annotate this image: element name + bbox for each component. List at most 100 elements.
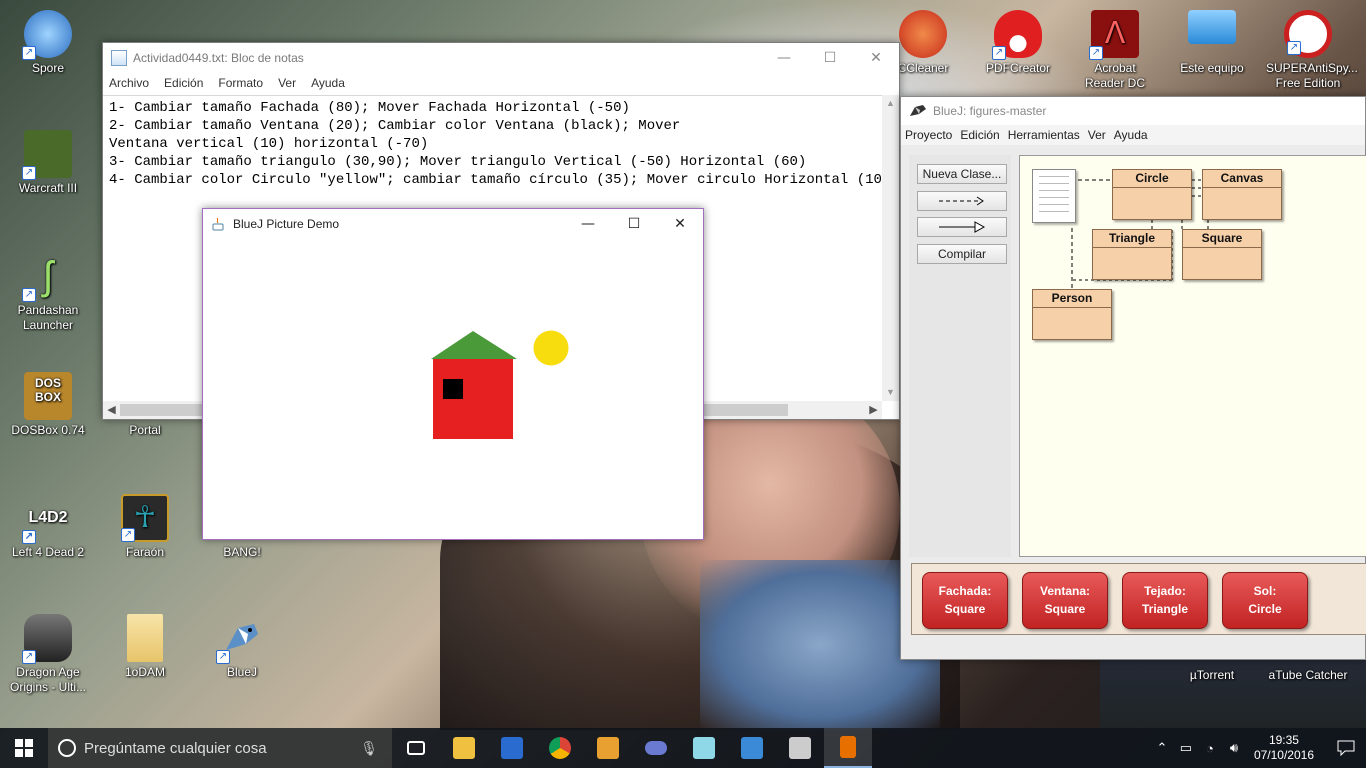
scroll-down-icon[interactable]: ▼	[882, 384, 899, 401]
system-tray: ⌃ ▭ ◔ 🔊︎ 19:35 07/10/2016	[1150, 728, 1366, 768]
desktop-icon-pdfcreator[interactable]: ↗ PDFCreator	[976, 10, 1060, 76]
task-view-icon[interactable]	[392, 728, 440, 768]
media-player-icon[interactable]	[584, 728, 632, 768]
uses-arrow-button[interactable]	[917, 191, 1007, 211]
pandashan-icon: ʃ ↗	[22, 252, 72, 302]
menu-ayuda[interactable]: Ayuda	[1114, 128, 1148, 142]
object-fachada[interactable]: Fachada: Square	[922, 572, 1008, 629]
volume-icon[interactable]: 🔊︎	[1222, 740, 1246, 756]
desktop-icon-label: Warcraft III	[18, 181, 78, 195]
ankh-icon: ☥ ↗	[121, 494, 169, 542]
minimize-button[interactable]: —	[565, 209, 611, 239]
notes-app-icon[interactable]	[680, 728, 728, 768]
java-taskbar-icon[interactable]	[824, 728, 872, 768]
java-icon	[212, 217, 224, 231]
desktop-icon-1odam[interactable]: 1oDAM	[103, 614, 187, 680]
menu-herramientas[interactable]: Herramientas	[1008, 128, 1080, 142]
desktop-icon-left4dead[interactable]: L4D2 ↗ Left 4 Dead 2	[6, 494, 90, 560]
desktop-icon-warcraft[interactable]: ↗ Warcraft III	[6, 130, 90, 196]
sun	[533, 330, 569, 366]
close-button[interactable]: ✕	[657, 209, 703, 239]
desktop-icon-label: Faraón	[125, 545, 165, 559]
window-controls: — ☐ ✕	[761, 43, 899, 73]
bluej-bird-icon: ↗	[216, 614, 266, 664]
ccleaner-icon	[899, 10, 947, 58]
minimize-button[interactable]: —	[761, 43, 807, 73]
gamepad-icon[interactable]	[632, 728, 680, 768]
object-tejado[interactable]: Tejado: Triangle	[1122, 572, 1208, 629]
menu-ver[interactable]: Ver	[1088, 128, 1106, 142]
menu-ayuda[interactable]: Ayuda	[311, 76, 345, 90]
scroll-up-icon[interactable]: ▲	[882, 95, 899, 112]
scroll-left-icon[interactable]: ◀	[103, 401, 120, 419]
desktop-icon-atube[interactable]: aTube Catcher	[1266, 668, 1350, 683]
maximize-button[interactable]: ☐	[807, 43, 853, 73]
desktop-icon-label: BANG!	[223, 545, 261, 559]
file-explorer-icon[interactable]	[440, 728, 488, 768]
search-box[interactable]: Pregúntame cualquier cosa 🎙︎	[48, 728, 392, 768]
window-title: Actividad0449.txt: Bloc de notas	[133, 51, 304, 65]
desktop-icon-este-equipo[interactable]: Este equipo	[1170, 10, 1254, 76]
drawing-canvas	[431, 330, 569, 439]
menu-formato[interactable]: Formato	[218, 76, 263, 90]
readme-note-icon[interactable]	[1032, 169, 1076, 223]
desktop-icon-superantispyware[interactable]: ↗ SUPERAntiSpy... Free Edition	[1266, 10, 1358, 91]
microphone-icon[interactable]: 🎙︎	[360, 740, 378, 757]
desktop-icon-label: Acrobat Reader DC	[1084, 61, 1146, 90]
object-ventana[interactable]: Ventana: Square	[1022, 572, 1108, 629]
chevron-up-icon[interactable]: ⌃	[1150, 740, 1174, 756]
dosbox-icon: DOS BOX	[24, 372, 72, 420]
close-button[interactable]: ✕	[853, 43, 899, 73]
no-entry-icon: ↗	[1284, 10, 1332, 58]
acrobat-icon: ᐱ ↗	[1089, 10, 1139, 60]
scroll-right-icon[interactable]: ▶	[865, 401, 882, 419]
menu-ver[interactable]: Ver	[278, 76, 296, 90]
class-triangle[interactable]: Triangle	[1092, 229, 1172, 280]
desktop-icon-label: Left 4 Dead 2	[11, 545, 85, 559]
menu-edicion[interactable]: Edición	[164, 76, 203, 90]
battery-icon[interactable]: ▭	[1174, 740, 1198, 756]
desktop-icon-label: Portal	[129, 423, 161, 437]
class-person[interactable]: Person	[1032, 289, 1112, 340]
menu-proyecto[interactable]: Proyecto	[905, 128, 952, 142]
window-title: BlueJ: figures-master	[933, 104, 1047, 118]
new-class-button[interactable]: Nueva Clase...	[917, 164, 1007, 184]
desktop-icon-label: Este equipo	[1180, 61, 1244, 75]
clock[interactable]: 19:35 07/10/2016	[1254, 733, 1314, 763]
bluej-titlebar[interactable]: BlueJ: figures-master	[901, 97, 1365, 125]
desktop-icon-bluej[interactable]: ↗ BlueJ	[200, 614, 284, 680]
desktop-icon-spore[interactable]: ↗ Spore	[6, 10, 90, 76]
notifications-icon[interactable]	[1326, 728, 1366, 768]
desktop-icon-dosbox[interactable]: DOS BOX DOSBox 0.74	[6, 372, 90, 438]
house-window	[443, 379, 463, 399]
menu-edicion[interactable]: Edición	[960, 128, 999, 142]
folder-icon	[127, 614, 163, 662]
wifi-icon[interactable]: ◔	[1198, 741, 1222, 756]
photos-icon[interactable]	[728, 728, 776, 768]
clock-date: 07/10/2016	[1253, 748, 1314, 762]
bluej-window[interactable]: BlueJ: figures-master Proyecto Edición H…	[900, 96, 1366, 660]
chrome-icon[interactable]	[536, 728, 584, 768]
class-circle[interactable]: Circle	[1112, 169, 1192, 220]
bluej-taskbar-icon[interactable]	[776, 728, 824, 768]
compile-button[interactable]: Compilar	[917, 244, 1007, 264]
object-sol[interactable]: Sol: Circle	[1222, 572, 1308, 629]
desktop-icon-acrobat[interactable]: ᐱ ↗ Acrobat Reader DC	[1073, 10, 1157, 91]
class-canvas[interactable]: Canvas	[1202, 169, 1282, 220]
start-button[interactable]	[0, 728, 48, 768]
inheritance-arrow-button[interactable]	[917, 217, 1007, 237]
security-shield-icon[interactable]	[488, 728, 536, 768]
picture-demo-window[interactable]: BlueJ Picture Demo — ☐ ✕	[202, 208, 704, 540]
desktop-icon-dragon-age[interactable]: ↗ Dragon Age Origins - Ulti...	[6, 614, 90, 695]
clock-time: 19:35	[1268, 733, 1299, 747]
class-diagram[interactable]: Circle Canvas Triangle Square Person	[1019, 155, 1366, 557]
vertical-scrollbar[interactable]: ▲ ▼	[882, 95, 899, 401]
menu-archivo[interactable]: Archivo	[109, 76, 149, 90]
left4dead-icon: L4D2 ↗	[22, 494, 72, 544]
desktop-icon-label: Spore	[31, 61, 65, 75]
desktop-icon-faraon[interactable]: ☥ ↗ Faraón	[103, 494, 187, 560]
desktop-icon-utorrent[interactable]: µTorrent	[1170, 668, 1254, 683]
class-square[interactable]: Square	[1182, 229, 1262, 280]
maximize-button[interactable]: ☐	[611, 209, 657, 239]
desktop-icon-pandashan[interactable]: ʃ ↗ Pandashan Launcher	[6, 252, 90, 333]
